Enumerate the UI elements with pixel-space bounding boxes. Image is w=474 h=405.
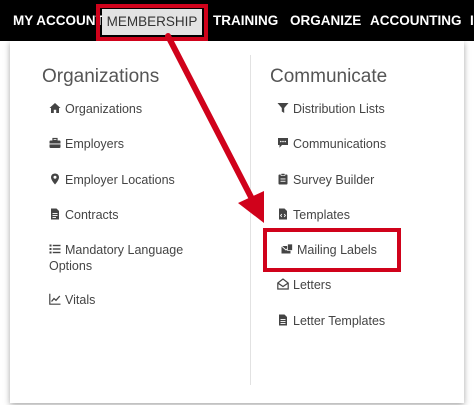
menu-item-label: Employer Locations [65,173,175,187]
nav-organize[interactable]: ORGANIZE [290,10,361,32]
menu-item-letters[interactable]: Letters [277,277,331,293]
menu-item-label: Communications [293,137,387,151]
list-icon [49,243,61,255]
clipboard-icon [277,173,289,185]
nav-training[interactable]: TRAINING [213,10,278,32]
file-code-icon [277,208,289,220]
briefcase-icon [49,137,61,149]
menu-item-label: Contracts [65,208,119,222]
menu-item-label: Survey Builder [293,173,375,187]
file-icon [49,208,61,220]
nav-membership[interactable]: MEMBERSHIP [102,9,202,35]
menu-item-mailing-labels[interactable]: Mailing Labels [281,242,377,258]
menu-item-label: Templates [293,208,350,222]
menu-item-contracts[interactable]: Contracts [49,207,119,223]
menu-item-mandatory-language-options[interactable]: Mandatory Language Options [49,242,219,274]
menu-item-label: Letter Templates [293,314,386,328]
filter-icon [277,102,289,114]
file-text-icon [277,314,289,326]
menu-item-templates[interactable]: Templates [277,207,350,223]
map-marker-icon [49,173,61,185]
organizations-heading: Organizations [42,66,160,87]
menu-item-label: Mandatory Language Options [49,243,184,273]
line-chart-icon [49,293,61,305]
menu-item-label: Mailing Labels [297,243,377,257]
comment-icon [277,137,289,149]
menu-item-survey-builder[interactable]: Survey Builder [277,172,374,188]
nav-overflow-item[interactable]: I [470,10,474,32]
menu-item-label: Letters [293,278,332,292]
column-divider [250,55,251,385]
menu-item-employer-locations[interactable]: Employer Locations [49,172,175,188]
menu-item-label: Vitals [65,293,96,307]
mail-labels-icon [281,243,293,255]
top-navigation-bar: MY ACCOUNT MEMBERSHIP TRAINING ORGANIZE … [0,0,474,41]
menu-item-distribution-lists[interactable]: Distribution Lists [277,101,385,117]
menu-item-label: Distribution Lists [293,102,385,116]
menu-item-communications[interactable]: Communications [277,136,386,152]
menu-item-organizations[interactable]: Organizations [49,101,142,117]
menu-item-letter-templates[interactable]: Letter Templates [277,313,385,329]
menu-item-label: Employers [65,137,125,151]
communicate-heading: Communicate [270,66,388,87]
menu-item-employers[interactable]: Employers [49,136,124,152]
home-icon [49,102,61,114]
menu-item-label: Organizations [65,102,143,116]
nav-my-account[interactable]: MY ACCOUNT [13,10,104,32]
envelope-open-icon [277,278,289,290]
menu-item-vitals[interactable]: Vitals [49,292,95,308]
nav-accounting[interactable]: ACCOUNTING [370,10,462,32]
